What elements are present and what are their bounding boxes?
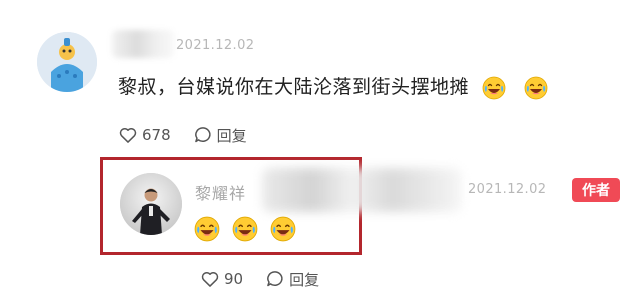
- blurred-text: [262, 168, 462, 212]
- laugh-cry-emoji-icon: [524, 76, 548, 100]
- author-name[interactable]: 黎耀祥: [195, 180, 246, 204]
- laugh-cry-emoji-icon: [270, 216, 296, 242]
- comment-bubble-icon: [265, 269, 285, 289]
- reply-button[interactable]: 回复: [265, 269, 319, 290]
- blurred-username: [112, 30, 174, 58]
- comment-date: 2021.12.02: [176, 38, 255, 53]
- commenter-avatar[interactable]: [37, 32, 97, 92]
- comment-thread: 2021.12.02 黎叔，台媒说你在大陆沦落到街头摆地摊 678 回复 黎耀祥…: [0, 0, 640, 299]
- laugh-cry-emoji-icon: [232, 216, 258, 242]
- heart-icon: [200, 269, 220, 289]
- author-avatar[interactable]: [120, 173, 182, 235]
- laugh-cry-emoji-icon: [194, 216, 220, 242]
- cartoon-avatar-icon: [37, 32, 97, 92]
- comment-text-row: 黎叔，台媒说你在大陆沦落到街头摆地摊: [118, 72, 548, 100]
- like-count: 90: [224, 270, 244, 288]
- reply-emoji-row: [194, 216, 296, 242]
- comment-actions: 678 回复: [118, 124, 269, 146]
- reply-label: 回复: [289, 270, 320, 289]
- laugh-cry-emoji-icon: [482, 76, 506, 100]
- reply-label: 回复: [216, 126, 247, 145]
- like-button[interactable]: 90: [200, 269, 243, 289]
- person-photo-icon: [120, 173, 182, 235]
- reply-actions: 90 回复: [200, 268, 341, 290]
- reply-date: 2021.12.02: [468, 182, 547, 197]
- like-button[interactable]: 678: [118, 125, 171, 145]
- author-badge: 作者: [572, 178, 620, 202]
- comment-text: 黎叔，台媒说你在大陆沦落到街头摆地摊: [118, 76, 470, 98]
- reply-button[interactable]: 回复: [193, 125, 247, 146]
- comment-bubble-icon: [193, 125, 213, 145]
- like-count: 678: [142, 126, 171, 144]
- heart-icon: [118, 125, 138, 145]
